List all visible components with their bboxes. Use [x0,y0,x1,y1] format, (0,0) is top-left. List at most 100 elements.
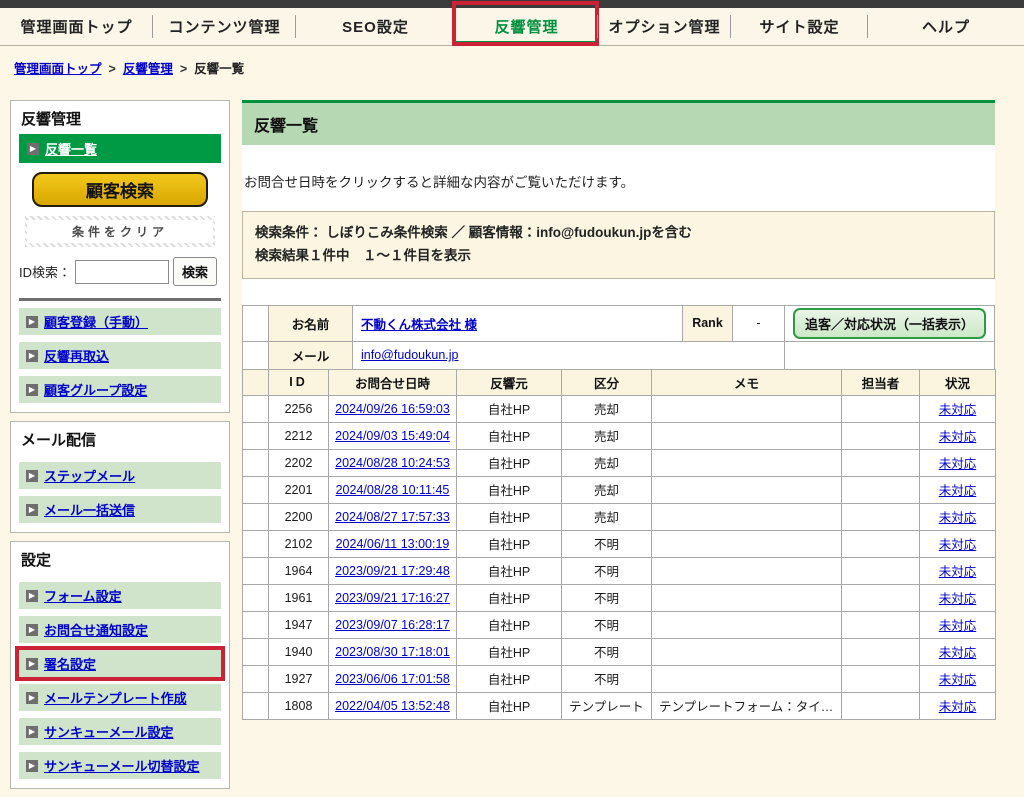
sidebar-section-title: 反響管理 [11,101,229,134]
results-table-area: お名前 不動くん株式会社 様 Rank - 追客／対応状況（一括表示） メール … [242,305,995,720]
tab-bar: 管理画面トップコンテンツ管理SEO設定反響管理オプション管理サイト設定ヘルプ [0,8,1024,46]
batch-status-button[interactable]: 追客／対応状況（一括表示） [793,308,986,339]
inquiry-source-cell: 自社HP [457,692,562,719]
sidebar-item-お問合せ通知設定[interactable]: ▶お問合せ通知設定 [19,616,221,643]
inquiry-datetime-cell: 2023/06/06 17:01:58 [329,665,457,692]
clear-conditions-button[interactable]: 条件をクリア [25,216,215,247]
inquiry-datetime-cell: 2024/08/27 17:57:33 [329,503,457,530]
inquiry-status-link[interactable]: 未対応 [939,619,977,633]
inquiry-datetime-cell: 2023/08/30 17:18:01 [329,638,457,665]
breadcrumb-item[interactable]: 管理画面トップ [14,62,102,76]
mail-label-cell: メール [269,341,353,369]
inquiry-staff-cell [842,692,920,719]
inquiry-staff-cell [842,449,920,476]
inquiry-table: ID お問合せ日時 反響元 区分 メモ 担当者 状況 2256 2024/09/… [242,369,996,720]
inquiry-datetime-cell: 2024/08/28 10:24:53 [329,449,457,476]
inquiry-datetime-link[interactable]: 2024/09/26 16:59:03 [335,402,450,416]
sidebar-item-顧客グループ設定[interactable]: ▶顧客グループ設定 [19,376,221,403]
inquiry-id-cell: 2212 [269,422,329,449]
id-search-label: ID検索： [19,262,71,281]
inquiry-datetime-link[interactable]: 2024/06/11 13:00:19 [336,537,450,551]
inquiry-datetime-link[interactable]: 2023/09/21 17:16:27 [335,591,450,605]
inquiry-source-cell: 自社HP [457,557,562,584]
page-title: 反響一覧 [242,100,995,145]
inquiry-status-link[interactable]: 未対応 [939,430,977,444]
inquiry-status-link[interactable]: 未対応 [939,673,977,687]
spacer-cell [243,692,269,719]
tab-3[interactable]: SEO設定 [296,8,455,45]
arrow-right-icon: ▶ [26,316,38,328]
sidebar-item-反響再取込[interactable]: ▶反響再取込 [19,342,221,369]
tab-6[interactable]: サイト設定 [731,8,868,45]
inquiry-staff-cell [842,584,920,611]
inquiry-status-link[interactable]: 未対応 [939,403,977,417]
spacer-cell [243,503,269,530]
breadcrumb-item[interactable]: 反響管理 [123,62,173,76]
inquiry-source-cell: 自社HP [457,422,562,449]
inquiry-category-cell: 売却 [562,395,652,422]
sidebar-item-メールテンプレート作成[interactable]: ▶メールテンプレート作成 [19,684,221,711]
sidebar-item-フォーム設定[interactable]: ▶フォーム設定 [19,582,221,609]
customer-name-link[interactable]: 不動くん株式会社 様 [361,318,477,332]
inquiry-staff-cell [842,638,920,665]
sidebar-link-label: フォーム設定 [44,586,122,605]
tab-7[interactable]: ヘルプ [868,8,1024,45]
inquiry-status-link[interactable]: 未対応 [939,592,977,606]
id-search-button[interactable]: 検索 [173,257,217,286]
col-header-source: 反響元 [457,369,562,395]
inquiry-id-cell: 1947 [269,611,329,638]
tab-4[interactable]: 反響管理 [455,8,598,45]
tab-1[interactable]: 管理画面トップ [0,8,153,45]
customer-search-button[interactable]: 顧客検索 [32,172,208,207]
col-header-status: 状況 [920,369,996,395]
table-row: 2201 2024/08/28 10:11:45 自社HP 売却 未対応 [243,476,996,503]
inquiry-datetime-link[interactable]: 2024/08/28 10:11:45 [336,483,450,497]
inquiry-status-link[interactable]: 未対応 [939,565,977,579]
inquiry-status-link[interactable]: 未対応 [939,700,977,714]
spacer-cell [243,422,269,449]
tab-2[interactable]: コンテンツ管理 [153,8,296,45]
sidebar-item-サンキューメール切替設定[interactable]: ▶サンキューメール切替設定 [19,752,221,779]
sidebar-item-顧客登録（手動）[interactable]: ▶顧客登録（手動） [19,308,221,335]
spacer-cell [243,449,269,476]
inquiry-datetime-cell: 2024/09/26 16:59:03 [329,395,457,422]
customer-mail-link[interactable]: info@fudoukun.jp [361,348,458,362]
search-conditions-line: 検索条件： しぼりこみ条件検索 ／ 顧客情報：info@fudoukun.jpを… [255,222,982,245]
inquiry-status-link[interactable]: 未対応 [939,538,977,552]
inquiry-id-cell: 1927 [269,665,329,692]
inquiry-datetime-cell: 2023/09/21 17:29:48 [329,557,457,584]
breadcrumb-separator: > [180,62,187,76]
sidebar: 反響管理 ▶ 反響一覧 顧客検索 条件をクリア ID検索： 検索 ▶顧客登録（手… [10,100,230,797]
sidebar-link-label: 反響再取込 [44,346,109,365]
inquiry-datetime-link[interactable]: 2024/08/27 17:57:33 [335,510,450,524]
spacer-cell [243,530,269,557]
inquiry-datetime-link[interactable]: 2023/09/07 16:28:17 [335,618,450,632]
inquiry-datetime-link[interactable]: 2023/09/21 17:29:48 [335,564,450,578]
inquiry-staff-cell [842,503,920,530]
sidebar-item-サンキューメール設定[interactable]: ▶サンキューメール設定 [19,718,221,745]
customer-info-table: お名前 不動くん株式会社 様 Rank - 追客／対応状況（一括表示） メール … [242,305,995,370]
clear-conditions-label: 条件をクリア [27,220,213,243]
inquiry-datetime-cell: 2023/09/21 17:16:27 [329,584,457,611]
inquiry-datetime-link[interactable]: 2024/08/28 10:24:53 [335,456,450,470]
inquiry-status-link[interactable]: 未対応 [939,646,977,660]
arrow-right-icon: ▶ [27,143,39,155]
col-header-datetime: お問合せ日時 [329,369,457,395]
inquiry-status-link[interactable]: 未対応 [939,457,977,471]
sidebar-item-hankyou-ichiran[interactable]: ▶ 反響一覧 [19,134,221,163]
sidebar-item-メール一括送信[interactable]: ▶メール一括送信 [19,496,221,523]
inquiry-datetime-link[interactable]: 2023/08/30 17:18:01 [335,645,450,659]
sidebar-item-ステップメール[interactable]: ▶ステップメール [19,462,221,489]
inquiry-datetime-link[interactable]: 2022/04/05 13:52:48 [335,699,450,713]
inquiry-status-link[interactable]: 未対応 [939,511,977,525]
inquiry-datetime-link[interactable]: 2024/09/03 15:49:04 [335,429,450,443]
table-row: 2200 2024/08/27 17:57:33 自社HP 売却 未対応 [243,503,996,530]
inquiry-status-link[interactable]: 未対応 [939,484,977,498]
sidebar-section-mail: メール配信 ▶ステップメール▶メール一括送信 [10,421,230,533]
inquiry-datetime-link[interactable]: 2023/06/06 17:01:58 [335,672,450,686]
id-search-input[interactable] [75,260,169,284]
inquiry-datetime-cell: 2024/08/28 10:11:45 [329,476,457,503]
tab-5[interactable]: オプション管理 [598,8,731,45]
table-row: 2256 2024/09/26 16:59:03 自社HP 売却 未対応 [243,395,996,422]
sidebar-item-署名設定[interactable]: ▶署名設定 [19,650,221,677]
